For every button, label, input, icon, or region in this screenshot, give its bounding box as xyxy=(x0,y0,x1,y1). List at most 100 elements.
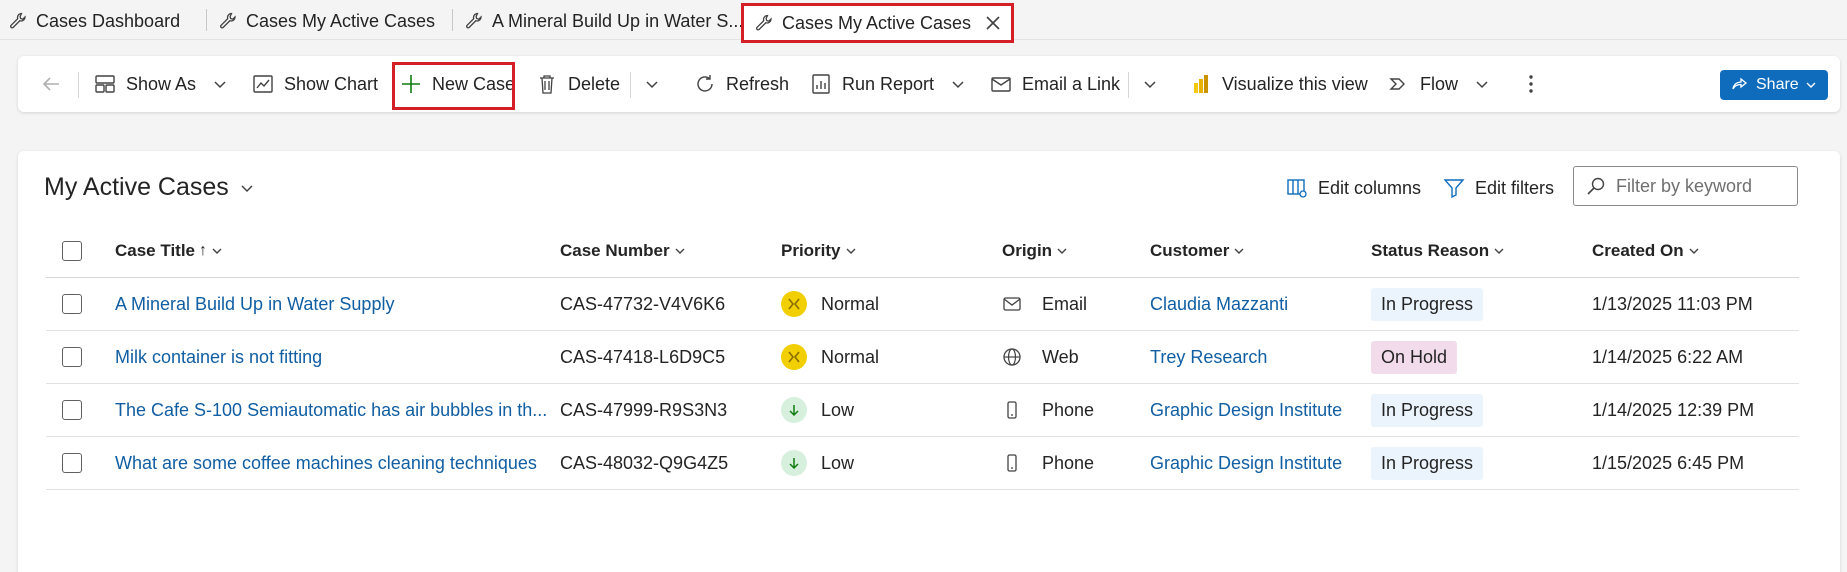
chevron-down-icon xyxy=(241,184,253,192)
column-header-case-title[interactable]: Case Title ↑ xyxy=(115,225,223,277)
globe-icon xyxy=(1003,348,1021,366)
column-header-case-number[interactable]: Case Number xyxy=(560,225,686,277)
phone-icon xyxy=(1007,401,1017,419)
tab-mineral-build-up[interactable]: A Mineral Build Up in Water S... xyxy=(464,4,743,38)
column-header-customer[interactable]: Customer xyxy=(1150,225,1245,277)
table-row[interactable]: A Mineral Build Up in Water Supply CAS-47… xyxy=(46,278,1799,331)
delete-button[interactable]: Delete xyxy=(536,56,620,112)
low-priority-icon xyxy=(781,450,807,476)
tab-label: Cases My Active Cases xyxy=(246,10,436,31)
priority-cell: Low xyxy=(781,384,854,436)
priority-cell: Normal xyxy=(781,278,879,330)
customer-link[interactable]: Graphic Design Institute xyxy=(1150,437,1342,489)
origin-label: Email xyxy=(1042,293,1088,314)
more-commands-button[interactable] xyxy=(1528,56,1534,112)
more-email-options-button[interactable] xyxy=(1142,56,1158,112)
email-a-link-button[interactable]: Email a Link xyxy=(990,56,1120,112)
grid-header-row: Case Title ↑ Case Number Priority Origin… xyxy=(46,225,1799,278)
back-arrow-icon xyxy=(42,77,59,91)
refresh-icon xyxy=(697,75,713,92)
status-cell: In Progress xyxy=(1371,437,1484,489)
edit-filters-button[interactable]: Edit filters xyxy=(1443,177,1554,199)
visualize-this-view-label: Visualize this view xyxy=(1222,73,1368,94)
tab-cases-dashboard[interactable]: Cases Dashboard xyxy=(8,4,180,38)
status-cell: In Progress xyxy=(1371,278,1484,330)
show-as-button[interactable]: Show As xyxy=(94,56,228,112)
created-on: 1/13/2025 11:03 PM xyxy=(1592,293,1753,314)
column-header-created-on[interactable]: Created On xyxy=(1592,225,1700,277)
more-delete-options-button[interactable] xyxy=(644,56,660,112)
column-header-priority[interactable]: Priority xyxy=(781,225,857,277)
filter-by-keyword-input[interactable]: Filter by keyword xyxy=(1573,166,1798,206)
email-link-icon xyxy=(991,77,1011,92)
share-label: Share xyxy=(1756,76,1799,93)
visualize-this-view-button[interactable]: Visualize this view xyxy=(1190,56,1368,112)
chevron-down-icon xyxy=(1144,81,1156,89)
refresh-button[interactable]: Refresh xyxy=(694,56,789,112)
tab-cases-my-active-cases-active[interactable]: Cases My Active Cases xyxy=(741,3,1015,43)
share-icon xyxy=(1732,77,1748,90)
origin-cell: Phone xyxy=(1002,437,1094,489)
customer-link[interactable]: Claudia Mazzanti xyxy=(1150,278,1288,330)
normal-priority-icon xyxy=(781,291,807,317)
table-row[interactable]: The Cafe S-100 Semiautomatic has air bub… xyxy=(46,384,1799,437)
tab-label: A Mineral Build Up in Water S... xyxy=(492,10,744,31)
close-icon[interactable] xyxy=(985,15,1001,31)
chevron-down-icon xyxy=(646,81,658,89)
chevron-down-icon xyxy=(1476,81,1488,89)
chevron-down-icon xyxy=(1494,248,1504,254)
low-priority-icon xyxy=(781,397,807,423)
case-number: CAS-47999-R9S3N3 xyxy=(560,399,728,420)
tab-cases-my-active-cases[interactable]: Cases My Active Cases xyxy=(218,4,435,38)
show-chart-button[interactable]: Show Chart xyxy=(252,56,378,112)
table-row[interactable]: Milk container is not fitting CAS-47418-L… xyxy=(46,331,1799,384)
column-header-status-reason[interactable]: Status Reason xyxy=(1371,225,1505,277)
tab-bar: Cases Dashboard Cases My Active Cases A … xyxy=(0,0,1847,43)
case-number: CAS-47732-V4V6K6 xyxy=(560,293,726,314)
origin-label: Web xyxy=(1042,346,1079,367)
tab-label: Cases My Active Cases xyxy=(782,12,972,33)
table-row[interactable]: What are some coffee machines cleaning t… xyxy=(46,437,1799,490)
customer-link[interactable]: Graphic Design Institute xyxy=(1150,384,1342,436)
origin-label: Phone xyxy=(1042,452,1095,473)
select-all-checkbox[interactable] xyxy=(62,225,82,277)
power-bi-icon xyxy=(1194,75,1208,93)
status-badge: In Progress xyxy=(1371,393,1484,427)
priority-cell: Normal xyxy=(781,331,879,383)
customer-link[interactable]: Trey Research xyxy=(1150,331,1267,383)
row-checkbox[interactable] xyxy=(62,437,82,489)
run-report-button[interactable]: Run Report xyxy=(810,56,966,112)
case-title-link[interactable]: Milk container is not fitting xyxy=(115,331,322,383)
filter-placeholder: Filter by keyword xyxy=(1616,175,1753,196)
view-selector[interactable]: My Active Cases xyxy=(44,173,255,202)
status-badge: On Hold xyxy=(1371,340,1458,374)
chevron-down-icon xyxy=(952,81,964,89)
case-title-link[interactable]: A Mineral Build Up in Water Supply xyxy=(115,278,394,330)
flow-button[interactable]: Flow xyxy=(1388,56,1490,112)
command-bar: Show As Show Chart New Case Delete Refre… xyxy=(18,56,1840,112)
edit-columns-button[interactable]: Edit columns xyxy=(1286,177,1421,199)
edit-columns-icon xyxy=(1287,179,1307,198)
created-on: 1/14/2025 6:22 AM xyxy=(1592,346,1744,367)
case-title-link[interactable]: What are some coffee machines cleaning t… xyxy=(115,437,537,489)
share-button[interactable]: Share xyxy=(1720,70,1828,100)
row-checkbox[interactable] xyxy=(62,384,82,436)
column-header-origin[interactable]: Origin xyxy=(1002,225,1068,277)
search-icon xyxy=(1587,177,1605,195)
case-title-link[interactable]: The Cafe S-100 Semiautomatic has air bub… xyxy=(115,384,547,436)
view-title: My Active Cases xyxy=(44,173,229,201)
back-button[interactable] xyxy=(40,56,62,112)
priority-cell: Low xyxy=(781,437,854,489)
row-checkbox[interactable] xyxy=(62,331,82,383)
row-checkbox[interactable] xyxy=(62,278,82,330)
flow-icon xyxy=(1389,78,1405,90)
status-badge: In Progress xyxy=(1371,446,1484,480)
created-on: 1/15/2025 6:45 PM xyxy=(1592,452,1745,473)
email-a-link-label: Email a Link xyxy=(1022,73,1121,94)
case-number: CAS-48032-Q9G4Z5 xyxy=(560,452,729,473)
wrench-icon xyxy=(10,12,26,29)
chart-icon xyxy=(253,75,273,93)
flow-label: Flow xyxy=(1420,73,1459,94)
chevron-down-icon xyxy=(1057,248,1067,254)
chevron-down-icon xyxy=(675,248,685,254)
